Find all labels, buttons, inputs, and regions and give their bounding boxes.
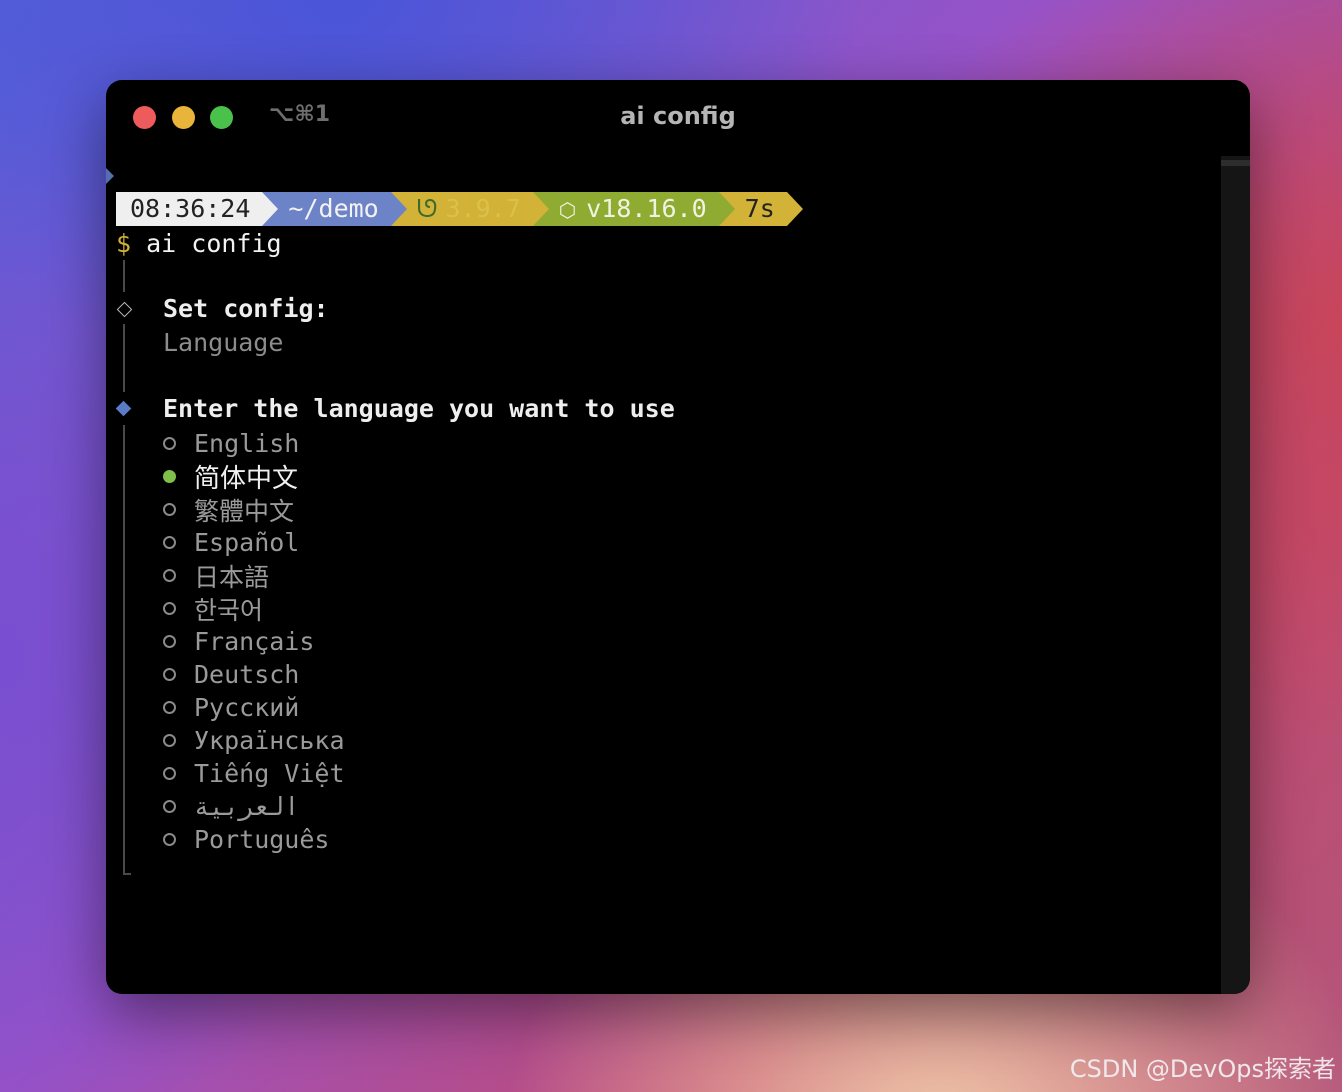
language-question: Enter the language you want to use bbox=[163, 394, 675, 423]
radio-empty-icon bbox=[163, 635, 176, 648]
window-title: ai config bbox=[620, 102, 736, 130]
prompt-mark-icon bbox=[106, 168, 114, 184]
language-option-spanish[interactable]: Español bbox=[163, 526, 299, 559]
option-label: Українська bbox=[194, 726, 345, 755]
radio-empty-icon bbox=[163, 668, 176, 681]
option-label: English bbox=[194, 429, 300, 458]
option-label: 日本語 bbox=[194, 562, 270, 592]
python-icon: ᘎ bbox=[416, 194, 438, 223]
language-option-english[interactable]: English bbox=[163, 427, 299, 460]
radio-empty-icon bbox=[163, 602, 176, 615]
option-label: Русский bbox=[194, 693, 300, 722]
terminal-window: ⌥⌘1 ai config 08:36:24 ~/demo ᘎ 3.9.7 ⬡ v1… bbox=[106, 80, 1250, 994]
prompt-python: ᘎ 3.9.7 bbox=[390, 192, 549, 226]
language-option-russian[interactable]: Русский bbox=[163, 691, 299, 724]
language-option-german[interactable]: Deutsch bbox=[163, 658, 299, 691]
option-label: Tiếng Việt bbox=[194, 759, 345, 788]
option-label: العربية bbox=[194, 792, 300, 821]
language-option-simplified-chinese[interactable]: 简体中文 bbox=[163, 460, 299, 494]
radio-empty-icon bbox=[163, 701, 176, 714]
option-label: Deutsch bbox=[194, 660, 300, 689]
scrollbar-thumb[interactable] bbox=[1221, 160, 1250, 166]
prompt-directory: ~/demo bbox=[262, 192, 408, 226]
language-option-traditional-chinese[interactable]: 繁體中文 bbox=[163, 493, 294, 526]
radio-filled-icon bbox=[163, 470, 176, 483]
option-label: 繁體中文 bbox=[194, 496, 295, 526]
option-label: 简体中文 bbox=[194, 464, 299, 494]
guide-line bbox=[123, 425, 125, 875]
option-label: Français bbox=[194, 627, 315, 656]
python-version: 3.9.7 bbox=[445, 194, 521, 223]
title-bar: ⌥⌘1 ai config bbox=[106, 80, 1250, 156]
radio-empty-icon bbox=[163, 833, 176, 846]
radio-empty-icon bbox=[163, 767, 176, 780]
language-option-french[interactable]: Français bbox=[163, 625, 314, 658]
shell-prompt: 08:36:24 ~/demo ᘎ 3.9.7 ⬡ v18.16.0 7s bbox=[116, 192, 803, 226]
option-label: Español bbox=[194, 528, 300, 557]
prompt-time: 08:36:24 bbox=[116, 192, 279, 226]
language-option-japanese[interactable]: 日本語 bbox=[163, 559, 269, 592]
guide-line bbox=[123, 260, 125, 292]
language-option-korean[interactable]: 한국어 bbox=[163, 592, 263, 625]
step-done-icon bbox=[116, 301, 133, 318]
config-heading: Set config: bbox=[163, 294, 329, 323]
language-option-vietnamese[interactable]: Tiếng Việt bbox=[163, 757, 345, 790]
scrollbar[interactable] bbox=[1221, 156, 1250, 994]
radio-empty-icon bbox=[163, 536, 176, 549]
radio-empty-icon bbox=[163, 734, 176, 747]
command-text: ai config bbox=[146, 229, 282, 258]
radio-empty-icon bbox=[163, 800, 176, 813]
node-version: v18.16.0 bbox=[586, 194, 707, 223]
guide-line-end bbox=[123, 873, 131, 875]
option-label: Português bbox=[194, 825, 330, 854]
radio-empty-icon bbox=[163, 437, 176, 450]
step-active-icon bbox=[115, 400, 132, 417]
option-label: 한국어 bbox=[194, 595, 264, 625]
watermark: CSDN @DevOps探索者 bbox=[1069, 1055, 1336, 1083]
prompt-node: ⬡ v18.16.0 bbox=[532, 192, 735, 226]
language-option-portuguese[interactable]: Português bbox=[163, 823, 329, 856]
command-line: $ ai config bbox=[116, 227, 282, 261]
language-option-ukrainian[interactable]: Українська bbox=[163, 724, 345, 757]
node-icon: ⬡ bbox=[558, 198, 577, 222]
radio-empty-icon bbox=[163, 569, 176, 582]
config-value: Language bbox=[163, 328, 284, 357]
guide-line bbox=[123, 324, 125, 392]
language-option-arabic[interactable]: العربية bbox=[163, 790, 299, 823]
radio-empty-icon bbox=[163, 503, 176, 516]
prompt-symbol: $ bbox=[116, 229, 132, 258]
